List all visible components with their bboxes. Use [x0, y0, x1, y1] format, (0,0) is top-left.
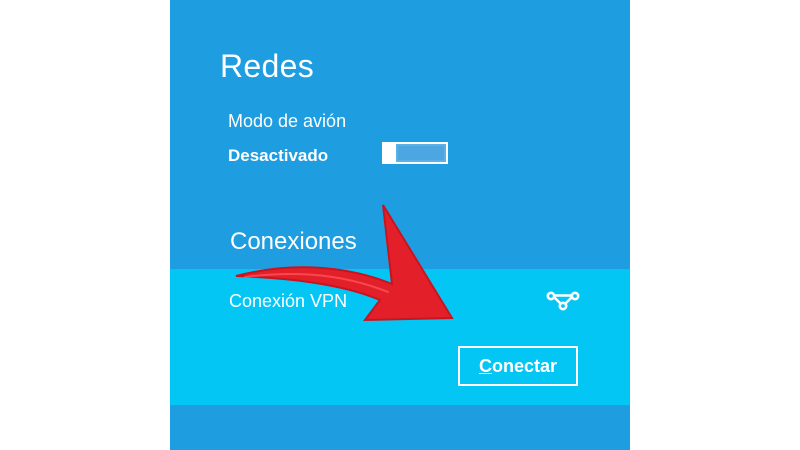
vpn-connection-name: Conexión VPN: [229, 291, 348, 311]
airplane-mode-label: Modo de avión: [228, 111, 347, 131]
airplane-mode-state: Desactivado: [228, 146, 329, 165]
vpn-icon: [546, 291, 580, 311]
connect-accelerator: C: [478, 356, 492, 376]
screenshot-stage: Redes Modo de avión Desactivado Conexion…: [0, 0, 800, 450]
connect-button-label: onectar: [491, 356, 558, 376]
connections-heading: Conexiones: [230, 228, 357, 255]
networks-panel: Redes Modo de avión Desactivado Conexion…: [170, 0, 630, 450]
panel-title: Redes: [220, 48, 314, 84]
airplane-mode-toggle[interactable]: [382, 142, 448, 164]
vpn-connection-item[interactable]: Conexión VPN Conectar: [170, 269, 630, 405]
connect-button[interactable]: Conectar: [458, 346, 578, 386]
toggle-track: [398, 146, 444, 160]
toggle-thumb[interactable]: [383, 142, 396, 164]
